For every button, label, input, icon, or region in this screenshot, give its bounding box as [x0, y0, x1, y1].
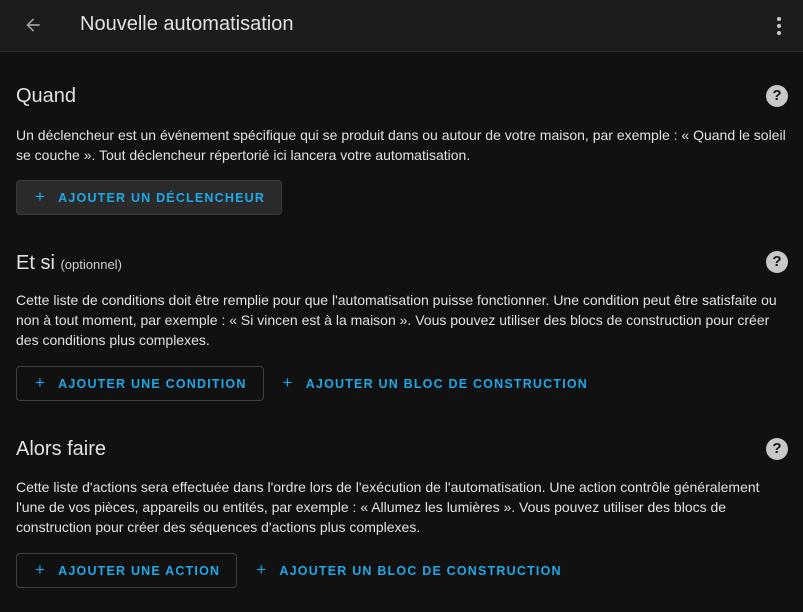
- plus-icon: +: [35, 187, 47, 206]
- back-button[interactable]: [20, 12, 46, 38]
- section-actions: Alors faire ? Cette liste d'actions sera…: [16, 438, 788, 598]
- add-trigger-label: AJOUTER UN DÉCLENCHEUR: [58, 190, 266, 205]
- section-title: Quand: [16, 85, 788, 108]
- section-title-text: Quand: [16, 85, 77, 107]
- help-icon[interactable]: ?: [766, 85, 788, 107]
- page-title: Nouvelle automatisation: [80, 13, 294, 35]
- help-icon[interactable]: ?: [766, 438, 788, 460]
- add-condition-block-label: AJOUTER UN BLOC DE CONSTRUCTION: [305, 376, 589, 391]
- section-title-text: Et si: [16, 252, 55, 274]
- section-title: Alors faire: [16, 438, 788, 461]
- plus-icon: +: [282, 373, 294, 392]
- help-icon[interactable]: ?: [766, 251, 788, 273]
- section-description: Cette liste de conditions doit être remp…: [16, 292, 777, 348]
- arrow-left-icon: [26, 18, 40, 32]
- section-description: Un déclencheur est un événement spécifiq…: [16, 127, 786, 163]
- add-condition-button[interactable]: + AJOUTER UNE CONDITION: [16, 366, 264, 401]
- top-app-bar: Nouvelle automatisation: [0, 0, 803, 52]
- plus-icon: +: [35, 373, 47, 392]
- plus-icon: +: [256, 560, 268, 579]
- section-description: Cette liste d'actions sera effectuée dan…: [16, 479, 760, 535]
- add-action-block-button[interactable]: + AJOUTER UN BLOC DE CONSTRUCTION: [255, 553, 578, 588]
- section-triggers: Quand ? Un déclencheur est un événement …: [16, 85, 788, 225]
- section-title-text: Alors faire: [16, 438, 107, 460]
- dots-vertical-icon: [777, 17, 781, 35]
- plus-icon: +: [35, 560, 47, 579]
- optional-label: (optionnel): [60, 257, 122, 272]
- add-condition-label: AJOUTER UNE CONDITION: [58, 376, 247, 391]
- section-conditions: Et si (optionnel) ? Cette liste de condi…: [16, 251, 788, 402]
- overflow-menu-button[interactable]: [773, 13, 785, 39]
- add-action-label: AJOUTER UNE ACTION: [58, 563, 221, 578]
- section-title: Et si (optionnel): [16, 252, 788, 275]
- add-condition-block-button[interactable]: + AJOUTER UN BLOC DE CONSTRUCTION: [282, 366, 605, 401]
- add-action-button[interactable]: + AJOUTER UNE ACTION: [16, 553, 238, 588]
- add-action-block-label: AJOUTER UN BLOC DE CONSTRUCTION: [279, 563, 562, 578]
- add-trigger-button[interactable]: + AJOUTER UN DÉCLENCHEUR: [16, 180, 283, 215]
